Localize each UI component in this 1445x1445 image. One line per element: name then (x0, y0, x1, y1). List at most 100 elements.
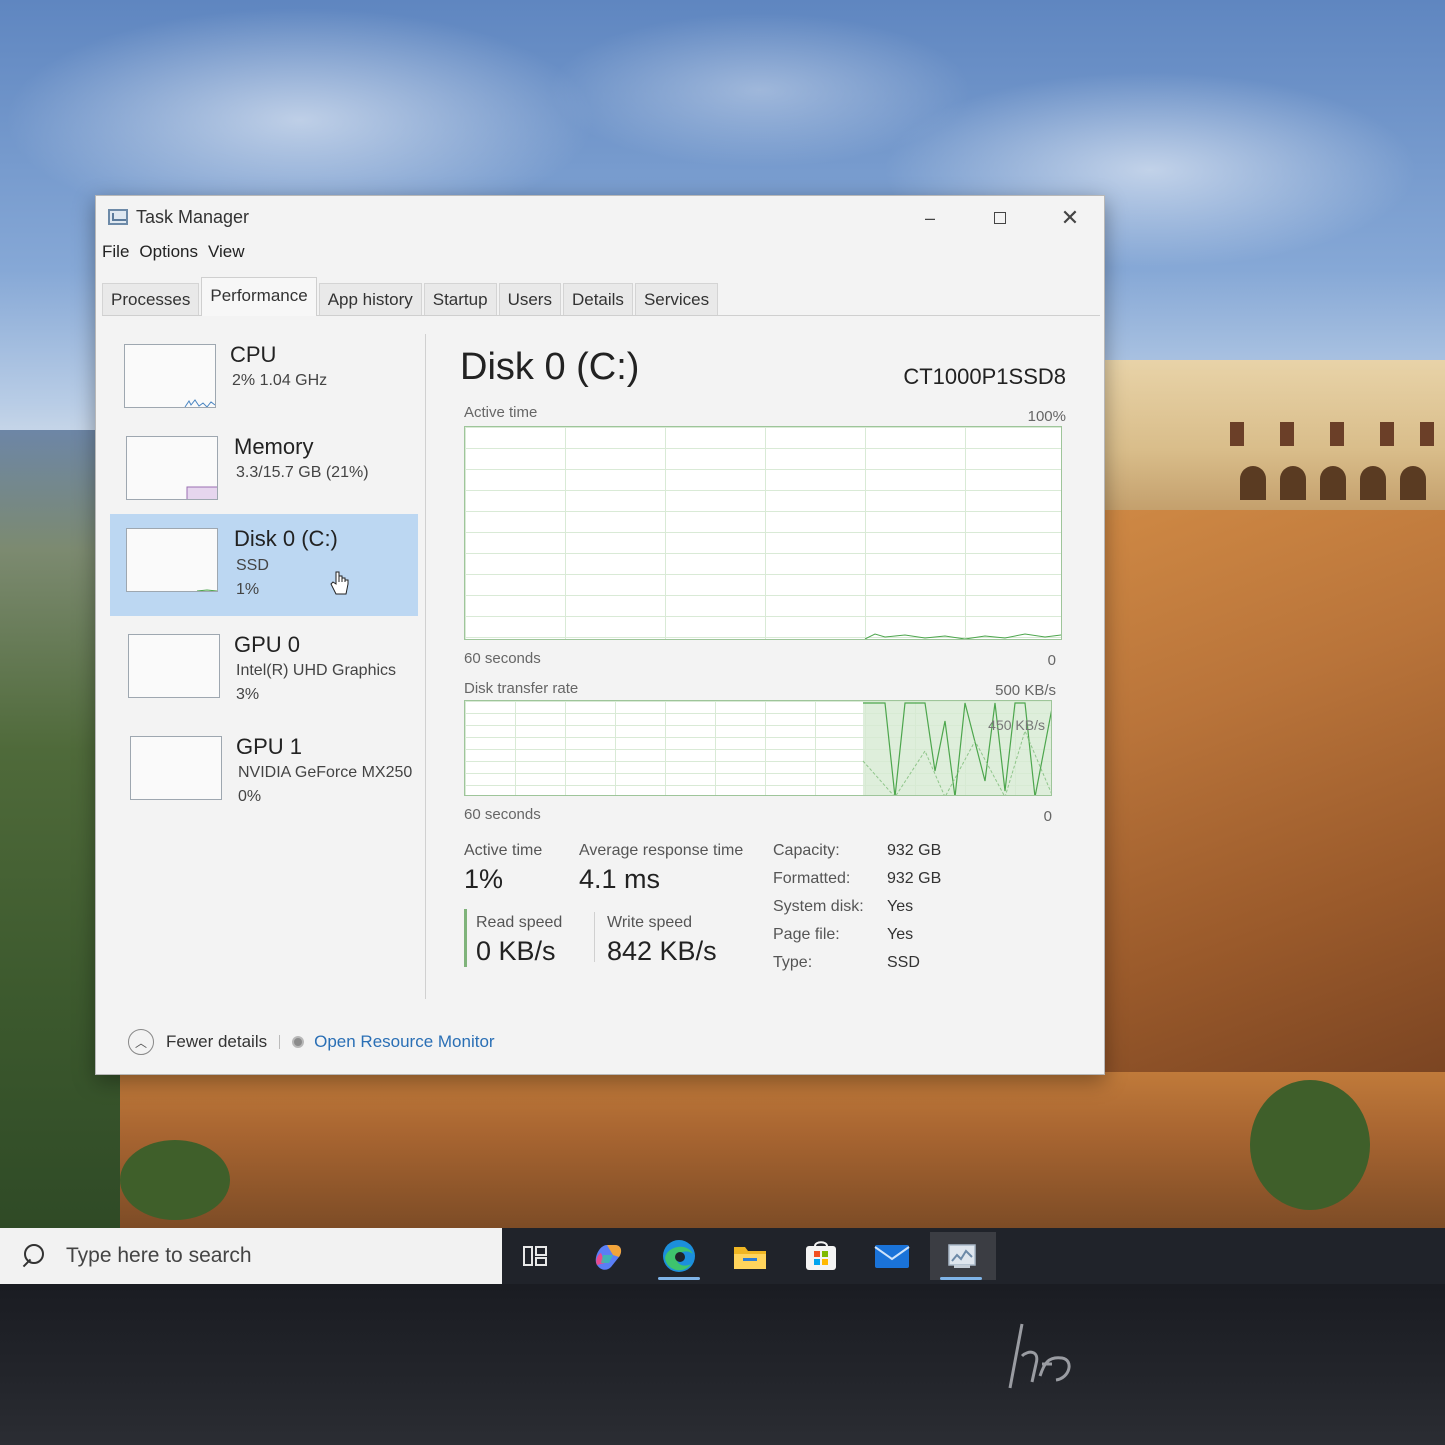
sidebar-item-title: Disk 0 (C:) (234, 526, 338, 551)
capacity-value: 932 GB (887, 842, 942, 859)
gpu1-thumbnail-graph (130, 736, 222, 800)
maximize-button[interactable] (978, 204, 1022, 232)
file-explorer-button[interactable] (719, 1232, 781, 1280)
menu-file[interactable]: File (102, 242, 129, 268)
resource-sidebar: CPU 2% 1.04 GHz Memory 3.3/15.7 GB (21%)… (110, 334, 426, 999)
sidebar-item-disk-0[interactable]: Disk 0 (C:) SSD 1% (110, 514, 418, 616)
capacity-label: Capacity: (773, 842, 840, 859)
gpu0-thumbnail-graph (128, 634, 220, 698)
disk-model: CT1000P1SSD8 (903, 364, 1066, 389)
sidebar-item-detail: 3.3/15.7 GB (21%) (236, 464, 369, 481)
tab-bar: Processes Performance App history Startu… (102, 277, 1100, 316)
task-manager-icon (948, 1244, 976, 1268)
active-time-graph-duration: 60 seconds (464, 650, 541, 667)
microsoft-store-icon (806, 1241, 836, 1270)
sidebar-item-gpu-0[interactable]: GPU 0 Intel(R) UHD Graphics 3% (110, 624, 418, 720)
copilot-icon (595, 1245, 622, 1270)
menu-view[interactable]: View (208, 242, 245, 268)
tab-details[interactable]: Details (562, 283, 633, 315)
file-explorer-icon (734, 1247, 766, 1269)
sidebar-item-detail: NVIDIA GeForce MX250 (238, 764, 413, 781)
transfer-rate-graph: 450 KB/s (464, 700, 1052, 796)
sidebar-item-usage: 3% (236, 686, 260, 703)
avg-response-label: Average response time (579, 842, 744, 859)
active-time-graph (464, 426, 1062, 640)
minimize-icon: – (924, 207, 935, 228)
active-time-graph-max: 100% (1027, 408, 1066, 425)
menu-options[interactable]: Options (139, 242, 198, 268)
resource-monitor-icon (292, 1036, 305, 1048)
search-input[interactable]: Type here to search (0, 1228, 502, 1284)
transfer-rate-graph-label: Disk transfer rate (464, 680, 579, 697)
sidebar-item-detail: SSD (236, 557, 269, 574)
transfer-rate-graph-max: 500 KB/s (995, 682, 1056, 699)
search-placeholder: Type here to search (66, 1244, 252, 1267)
active-time-label: Active time (464, 842, 543, 859)
memory-thumbnail-graph (126, 436, 218, 500)
tab-processes[interactable]: Processes (102, 283, 200, 315)
task-manager-icon (108, 209, 128, 225)
sidebar-item-usage: 1% (236, 581, 260, 598)
transfer-rate-mid-label: 450 KB/s (988, 717, 1045, 733)
sidebar-item-title: Memory (234, 434, 314, 459)
read-speed-value: 0 KB/s (476, 936, 556, 966)
tab-services[interactable]: Services (634, 283, 719, 315)
transfer-rate-graph-duration: 60 seconds (464, 806, 541, 823)
sidebar-item-detail: Intel(R) UHD Graphics (236, 662, 397, 679)
window-title: Task Manager (136, 206, 250, 227)
formatted-label: Formatted: (773, 870, 851, 887)
sidebar-item-memory[interactable]: Memory 3.3/15.7 GB (21%) (110, 426, 418, 522)
chevron-up-icon[interactable]: ︿ (128, 1029, 154, 1055)
sidebar-item-cpu[interactable]: CPU 2% 1.04 GHz (110, 334, 418, 430)
taskbar: Type here to search (0, 1228, 1445, 1284)
task-manager-taskbar-button[interactable] (930, 1232, 996, 1280)
window-footer: ︿ Fewer details Open Resource Monitor (110, 1022, 1080, 1062)
sidebar-item-title: CPU (230, 342, 277, 367)
open-resource-monitor-link[interactable]: Open Resource Monitor (314, 1032, 494, 1052)
fewer-details-button[interactable]: Fewer details (166, 1032, 267, 1052)
wallpaper-cliff (1082, 500, 1445, 1080)
sidebar-item-detail: 2% 1.04 GHz (232, 372, 328, 389)
tab-app-history[interactable]: App history (318, 283, 422, 315)
type-label: Type: (773, 954, 813, 971)
active-time-graph-zero: 0 (1047, 652, 1056, 669)
read-speed-label: Read speed (476, 914, 563, 931)
system-disk-label: System disk: (773, 898, 864, 915)
mouse-cursor-icon (330, 571, 349, 595)
title-bar[interactable]: Task Manager (96, 196, 1104, 238)
minimize-button[interactable]: – (908, 204, 952, 232)
close-icon: ✕ (1060, 205, 1080, 230)
copilot-button[interactable] (577, 1232, 639, 1280)
task-view-icon (523, 1246, 547, 1266)
stat-divider (594, 912, 595, 962)
tab-startup[interactable]: Startup (423, 283, 497, 315)
sidebar-item-usage: 0% (238, 788, 262, 805)
system-disk-value: Yes (887, 898, 914, 915)
maximize-icon (994, 212, 1006, 224)
menu-bar: File Options View (102, 242, 245, 268)
page-title: Disk 0 (C:) (460, 346, 640, 388)
tab-performance[interactable]: Performance (201, 277, 317, 316)
wallpaper-tree (120, 1140, 230, 1220)
mail-icon (874, 1245, 910, 1268)
mail-button[interactable] (861, 1232, 923, 1280)
formatted-value: 932 GB (887, 870, 942, 887)
disk-thumbnail-graph (126, 528, 218, 592)
type-value: SSD (887, 954, 920, 971)
write-speed-value: 842 KB/s (607, 936, 717, 966)
sidebar-item-title: GPU 0 (234, 632, 301, 657)
close-button[interactable]: ✕ (1048, 204, 1092, 232)
task-view-button[interactable] (505, 1232, 567, 1280)
tab-users[interactable]: Users (498, 283, 561, 315)
hp-logo-icon (1008, 1323, 1071, 1389)
microsoft-store-button[interactable] (790, 1232, 852, 1280)
edge-icon (663, 1240, 695, 1272)
edge-button[interactable] (648, 1232, 710, 1280)
wallpaper-building (1100, 360, 1445, 510)
page-file-value: Yes (887, 926, 914, 943)
wallpaper-tree (1250, 1080, 1370, 1210)
write-speed-label: Write speed (607, 914, 693, 931)
sidebar-item-gpu-1[interactable]: GPU 1 NVIDIA GeForce MX250 0% (110, 726, 418, 822)
page-file-label: Page file: (773, 926, 840, 943)
avg-response-value: 4.1 ms (579, 864, 661, 894)
